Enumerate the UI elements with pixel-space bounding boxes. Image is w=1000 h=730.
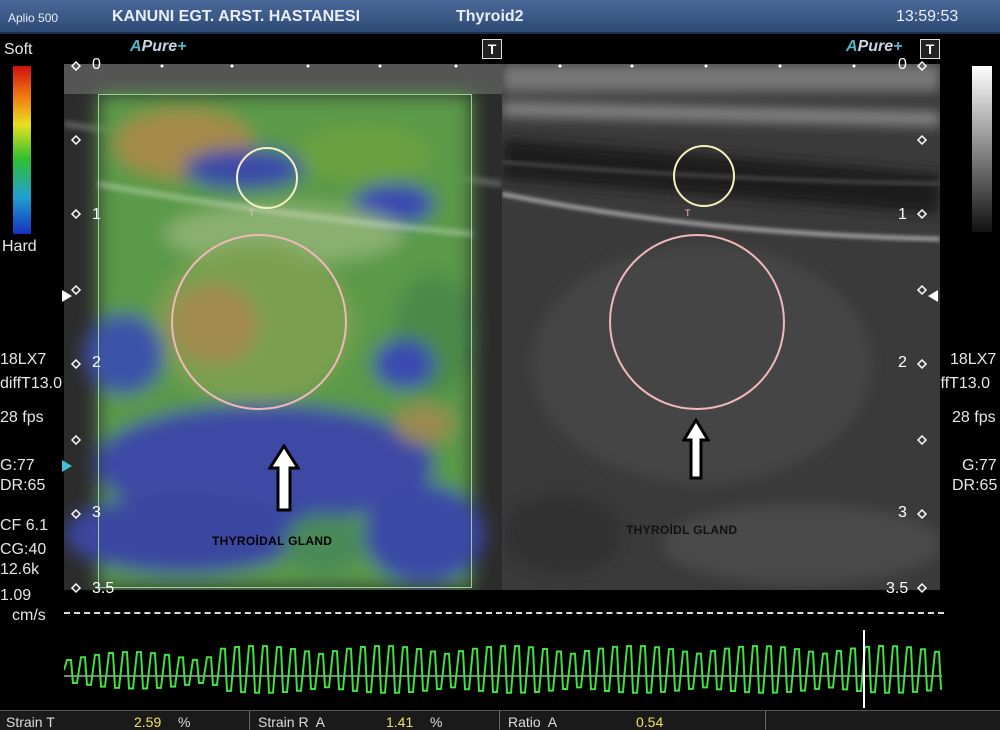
depth-label-2-right: 2 (898, 354, 907, 371)
measurement-strain-t[interactable]: Strain T 2.59 % (0, 711, 250, 730)
up-arrow-icon (682, 418, 710, 480)
ecg-trace (64, 630, 942, 708)
depth-label-2-left: 2 (92, 354, 101, 371)
ecg-separator (64, 612, 944, 614)
focus-marker-left (62, 290, 72, 302)
focus-marker-right (928, 290, 938, 302)
up-arrow-icon (268, 444, 300, 512)
measurement-ratio[interactable]: Ratio A 0.54 (500, 711, 766, 730)
cursor-marker (62, 460, 72, 472)
depth-label-0-right: 0 (898, 56, 907, 73)
annotation-right-gland: THYROİDL GLAND (626, 523, 738, 537)
depth-label-0-left: 0 (92, 56, 101, 73)
depth-label-1-right: 1 (898, 206, 907, 223)
depth-label-3-right: 3 (898, 504, 907, 521)
depth-label-1-left: 1 (92, 206, 101, 223)
depth-label-3-5-right: 3.5 (886, 580, 909, 597)
depth-label-3-left: 3 (92, 504, 101, 521)
annotation-left-gland: THYROİDAL GLAND (212, 534, 333, 548)
depth-label-3-5-left: 3.5 (92, 580, 115, 597)
measurement-strain-r[interactable]: Strain R A 1.41 % (250, 711, 500, 730)
depth-scale (62, 60, 938, 594)
measurement-bar: Strain T 2.59 % Strain R A 1.41 % Ratio … (0, 710, 1000, 730)
